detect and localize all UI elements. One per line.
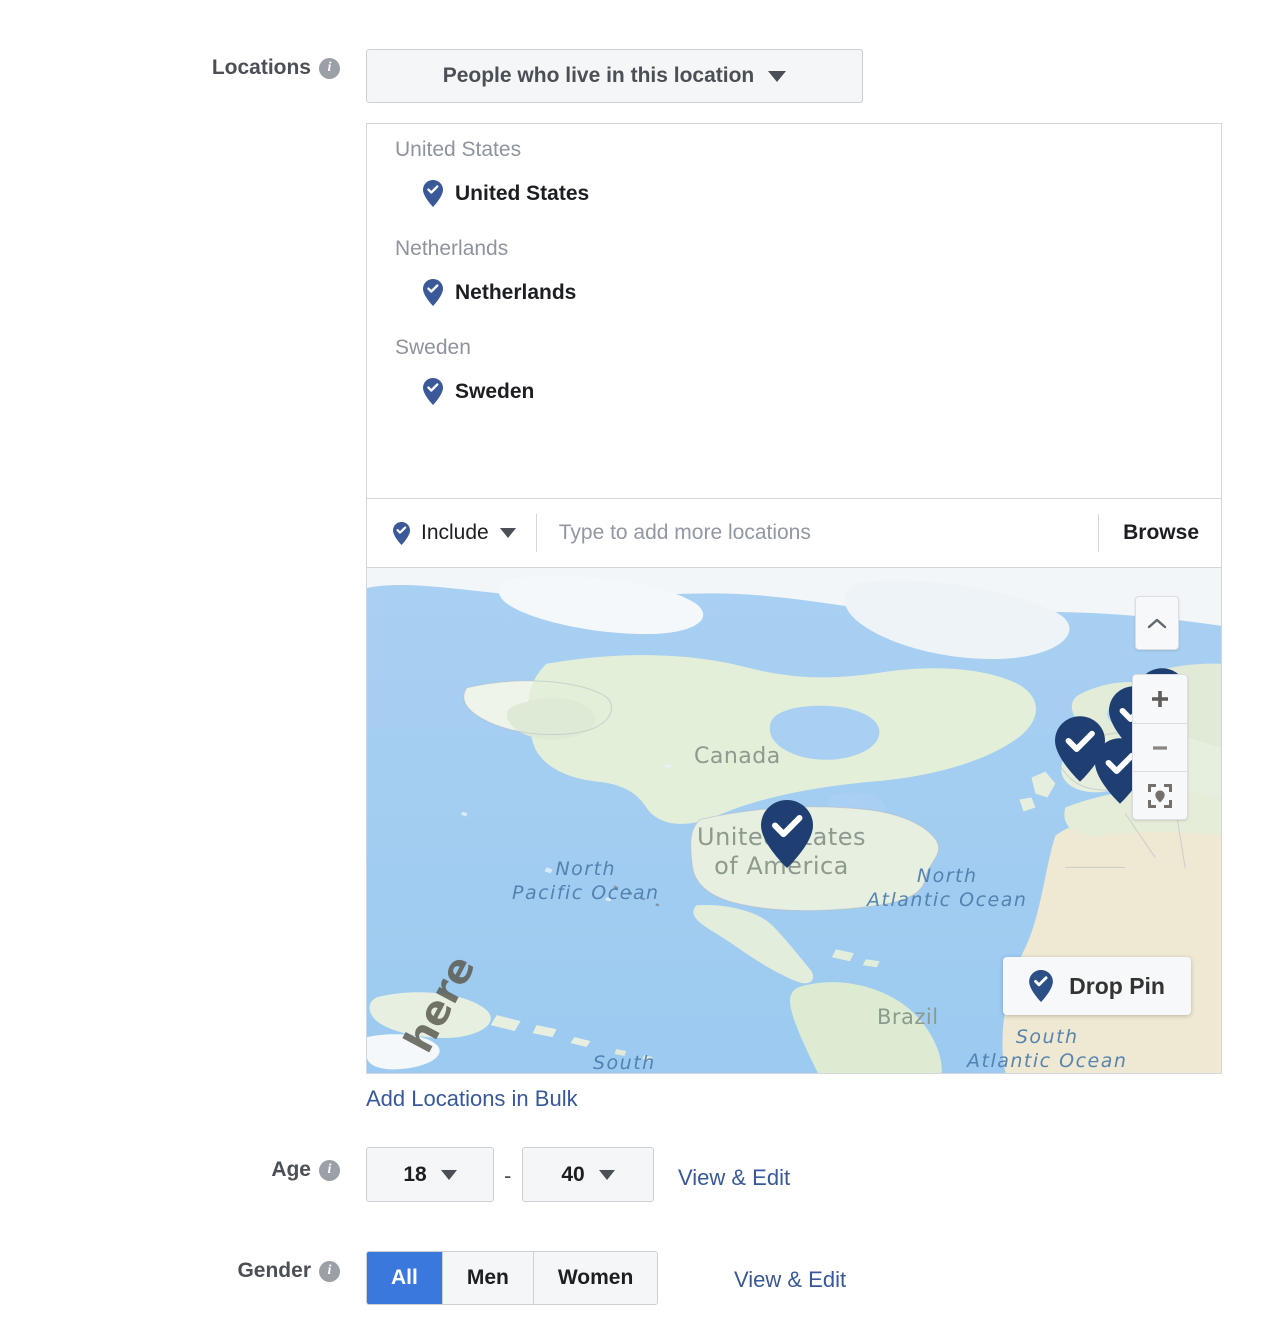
plus-icon bbox=[1149, 688, 1171, 710]
chevron-down-icon bbox=[599, 1170, 615, 1180]
location-type-value: People who live in this location bbox=[443, 64, 755, 88]
map-zoom-out-button[interactable] bbox=[1133, 723, 1187, 771]
gender-view-edit-link[interactable]: View & Edit bbox=[734, 1267, 846, 1293]
list-item[interactable]: Sweden bbox=[367, 360, 1221, 421]
list-item[interactable]: United States bbox=[367, 162, 1221, 223]
browse-button[interactable]: Browse bbox=[1099, 521, 1221, 545]
chevron-down-icon bbox=[768, 71, 786, 82]
list-item-label: Netherlands bbox=[455, 281, 576, 305]
location-group-header: Netherlands bbox=[367, 223, 1221, 261]
map-fit-bounds-button[interactable] bbox=[1133, 771, 1187, 819]
location-type-dropdown[interactable]: People who live in this location bbox=[366, 49, 863, 103]
age-label: Age bbox=[271, 1158, 311, 1182]
pin-check-icon bbox=[423, 378, 443, 405]
gender-label-group: Gender i bbox=[160, 1259, 340, 1283]
gender-segmented-control: All Men Women bbox=[366, 1251, 658, 1305]
list-item-label: United States bbox=[455, 182, 589, 206]
gender-option-women[interactable]: Women bbox=[534, 1252, 657, 1304]
age-min-value: 18 bbox=[403, 1163, 426, 1187]
age-min-dropdown[interactable]: 18 bbox=[366, 1147, 494, 1202]
info-icon[interactable]: i bbox=[319, 58, 340, 79]
location-group: Netherlands Netherlands bbox=[367, 223, 1221, 322]
info-icon[interactable]: i bbox=[319, 1261, 340, 1282]
locations-label-group: Locations i bbox=[160, 56, 340, 80]
location-group-header: Sweden bbox=[367, 322, 1221, 360]
location-group-header: United States bbox=[367, 124, 1221, 162]
minus-icon bbox=[1149, 737, 1171, 759]
include-mode-dropdown[interactable]: Include bbox=[367, 521, 536, 545]
location-group: Sweden Sweden bbox=[367, 322, 1221, 421]
age-max-dropdown[interactable]: 40 bbox=[522, 1147, 654, 1202]
map-zoom-controls bbox=[1132, 674, 1188, 820]
include-mode-label: Include bbox=[421, 521, 489, 545]
map-collapse-button[interactable] bbox=[1135, 596, 1179, 650]
age-view-edit-link[interactable]: View & Edit bbox=[678, 1165, 790, 1191]
location-include-bar: Include Browse bbox=[366, 498, 1222, 568]
united-states-pin[interactable] bbox=[761, 800, 813, 868]
chevron-down-icon bbox=[441, 1170, 457, 1180]
pin-check-icon bbox=[393, 522, 410, 545]
age-label-group: Age i bbox=[160, 1158, 340, 1182]
chevron-up-icon bbox=[1147, 617, 1167, 630]
list-item-label: Sweden bbox=[455, 380, 534, 404]
gender-option-men[interactable]: Men bbox=[443, 1252, 534, 1304]
drop-pin-label: Drop Pin bbox=[1069, 973, 1165, 1000]
location-group: United States United States bbox=[367, 124, 1221, 223]
gender-option-all[interactable]: All bbox=[367, 1252, 443, 1304]
drop-pin-button[interactable]: Drop Pin bbox=[1003, 957, 1191, 1015]
age-range-separator: - bbox=[504, 1163, 511, 1189]
list-item[interactable]: Netherlands bbox=[367, 261, 1221, 322]
age-max-value: 40 bbox=[561, 1163, 584, 1187]
fit-to-pins-icon bbox=[1147, 783, 1173, 809]
location-map[interactable]: NorthPacific Ocean NorthAtlantic Ocean S… bbox=[366, 568, 1222, 1074]
selected-locations-list[interactable]: United States United States Netherlands … bbox=[366, 123, 1222, 498]
pin-check-icon bbox=[1029, 970, 1053, 1002]
pin-check-icon bbox=[423, 180, 443, 207]
pin-check-icon bbox=[423, 279, 443, 306]
add-locations-in-bulk-link[interactable]: Add Locations in Bulk bbox=[366, 1086, 578, 1112]
targeting-form: Locations i People who live in this loca… bbox=[0, 0, 1268, 1342]
search-input[interactable] bbox=[537, 521, 1098, 545]
chevron-down-icon bbox=[500, 528, 516, 538]
map-zoom-in-button[interactable] bbox=[1133, 675, 1187, 723]
locations-label: Locations bbox=[212, 56, 311, 80]
gender-label: Gender bbox=[237, 1259, 311, 1283]
info-icon[interactable]: i bbox=[319, 1160, 340, 1181]
